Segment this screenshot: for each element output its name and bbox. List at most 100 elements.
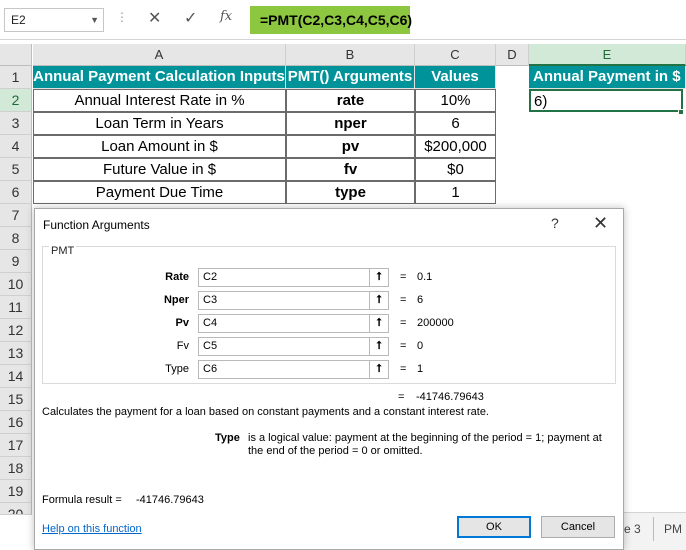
equals-sign: = bbox=[400, 294, 407, 306]
cell-c5[interactable]: $0 bbox=[415, 158, 496, 181]
cell-c4[interactable]: $200,000 bbox=[415, 135, 496, 158]
cancel-button[interactable]: Cancel bbox=[541, 516, 615, 538]
row-header[interactable]: 8 bbox=[0, 227, 32, 250]
equals-sign: = bbox=[400, 340, 407, 352]
fv-input[interactable]: C5 bbox=[198, 337, 370, 356]
dialog-title: Function Arguments bbox=[43, 218, 150, 232]
cell-c6[interactable]: 1 bbox=[415, 181, 496, 204]
name-box[interactable]: E2 ▼ bbox=[4, 8, 104, 32]
row-header[interactable]: 1 bbox=[0, 66, 32, 89]
collapse-dialog-icon[interactable]: ⭡ bbox=[369, 268, 389, 287]
row-header[interactable]: 6 bbox=[0, 181, 32, 204]
column-header-a[interactable]: A bbox=[33, 44, 286, 66]
row-header[interactable]: 17 bbox=[0, 434, 32, 457]
cell-e2-active[interactable]: 6) bbox=[529, 89, 683, 112]
arg-label-nper: Nper bbox=[163, 294, 189, 306]
type-input[interactable]: C6 bbox=[198, 360, 370, 379]
pv-value: 200000 bbox=[417, 317, 454, 329]
collapse-dialog-icon[interactable]: ⭡ bbox=[369, 291, 389, 310]
collapse-dialog-icon[interactable]: ⭡ bbox=[369, 314, 389, 333]
function-description: Calculates the payment for a loan based … bbox=[42, 406, 489, 418]
cell-a3[interactable]: Loan Term in Years bbox=[33, 112, 286, 135]
check-icon[interactable]: ✓ bbox=[184, 8, 197, 28]
cell-a5[interactable]: Future Value in $ bbox=[33, 158, 286, 181]
function-value: -41746.79643 bbox=[416, 391, 484, 403]
row-header[interactable]: 9 bbox=[0, 250, 32, 273]
cell-c2[interactable]: 10% bbox=[415, 89, 496, 112]
rate-input[interactable]: C2 bbox=[198, 268, 370, 287]
type-value: 1 bbox=[417, 363, 424, 375]
fv-value: 0 bbox=[417, 340, 424, 352]
cell-c3[interactable]: 6 bbox=[415, 112, 496, 135]
cell-a2[interactable]: Annual Interest Rate in % bbox=[33, 89, 286, 112]
equals-sign: = bbox=[400, 271, 407, 283]
cell-e1[interactable]: Annual Payment in $ bbox=[529, 66, 686, 89]
cell-b2[interactable]: rate bbox=[286, 89, 415, 112]
insert-function-icon[interactable]: fx bbox=[220, 9, 232, 24]
row-header[interactable]: 11 bbox=[0, 296, 32, 319]
cell-a6[interactable]: Payment Due Time bbox=[33, 181, 286, 204]
pv-input[interactable]: C4 bbox=[198, 314, 370, 333]
cell-a1[interactable]: Annual Payment Calculation Inputs bbox=[33, 66, 286, 89]
function-name: PMT bbox=[49, 245, 77, 257]
sheet-tab[interactable]: PM bbox=[664, 517, 682, 541]
row-header[interactable]: 4 bbox=[0, 135, 32, 158]
cell-b4[interactable]: pv bbox=[286, 135, 415, 158]
formula-input[interactable]: =PMT(C2,C3,C4,C5,C6) bbox=[250, 6, 412, 34]
row-header[interactable]: 18 bbox=[0, 457, 32, 480]
sheet-tab-bar: e 3 PM bbox=[624, 512, 686, 550]
argument-name: Type bbox=[215, 432, 240, 444]
equals-sign: = bbox=[398, 391, 405, 403]
ok-button[interactable]: OK bbox=[457, 516, 531, 538]
arg-label-fv: Fv bbox=[176, 340, 189, 352]
help-icon[interactable]: ? bbox=[551, 215, 559, 231]
equals-sign: = bbox=[400, 317, 407, 329]
argument-description: is a logical value: payment at the begin… bbox=[248, 432, 602, 457]
cell-b3[interactable]: nper bbox=[286, 112, 415, 135]
formula-result-value: -41746.79643 bbox=[136, 494, 204, 506]
cancel-icon[interactable]: ✕ bbox=[148, 8, 161, 28]
row-header[interactable]: 16 bbox=[0, 411, 32, 434]
fill-handle[interactable] bbox=[678, 109, 684, 115]
arguments-group: PMT Rate C2 ⭡ = 0.1 Nper C3 ⭡ = 6 Pv C4 … bbox=[42, 245, 616, 384]
row-header[interactable]: 14 bbox=[0, 365, 32, 388]
formula-bar: E2 ▼ ⋮ ✕ ✓ fx =PMT(C2,C3,C4,C5,C6) bbox=[0, 0, 686, 40]
column-header-d[interactable]: D bbox=[496, 44, 529, 66]
row-header[interactable]: 2 bbox=[0, 89, 32, 112]
row-header[interactable]: 15 bbox=[0, 388, 32, 411]
close-icon[interactable]: ✕ bbox=[593, 213, 608, 234]
row-header[interactable]: 20 bbox=[0, 503, 32, 515]
sheet-tab[interactable]: e 3 bbox=[624, 517, 654, 541]
chevron-down-icon[interactable]: ▼ bbox=[90, 9, 99, 31]
more-options-icon[interactable]: ⋮ bbox=[116, 10, 128, 24]
cell-b1[interactable]: PMT() Arguments bbox=[286, 66, 415, 89]
cell-a4[interactable]: Loan Amount in $ bbox=[33, 135, 286, 158]
collapse-dialog-icon[interactable]: ⭡ bbox=[369, 360, 389, 379]
row-header[interactable]: 12 bbox=[0, 319, 32, 342]
rate-value: 0.1 bbox=[417, 271, 433, 283]
column-header-b[interactable]: B bbox=[286, 44, 415, 66]
row-header[interactable]: 7 bbox=[0, 204, 32, 227]
select-all-corner[interactable] bbox=[0, 44, 32, 66]
cell-b5[interactable]: fv bbox=[286, 158, 415, 181]
column-header-c[interactable]: C bbox=[415, 44, 496, 66]
collapse-dialog-icon[interactable]: ⭡ bbox=[369, 337, 389, 356]
nper-input[interactable]: C3 bbox=[198, 291, 370, 310]
row-header[interactable]: 10 bbox=[0, 273, 32, 296]
arg-label-type: Type bbox=[165, 363, 189, 375]
arg-label-pv: Pv bbox=[175, 317, 189, 329]
row-header[interactable]: 5 bbox=[0, 158, 32, 181]
cell-b6[interactable]: type bbox=[286, 181, 415, 204]
equals-sign: = bbox=[400, 363, 407, 375]
nper-value: 6 bbox=[417, 294, 424, 306]
name-box-value: E2 bbox=[11, 13, 26, 27]
column-header-e[interactable]: E bbox=[529, 44, 686, 66]
row-header[interactable]: 19 bbox=[0, 480, 32, 503]
row-header[interactable]: 3 bbox=[0, 112, 32, 135]
function-arguments-dialog: Function Arguments ? ✕ PMT Rate C2 ⭡ = 0… bbox=[34, 208, 624, 550]
cell-c1[interactable]: Values bbox=[415, 66, 496, 89]
help-link[interactable]: Help on this function bbox=[42, 523, 142, 535]
formula-result-label: Formula result = bbox=[42, 494, 122, 506]
arg-label-rate: Rate bbox=[165, 271, 189, 283]
row-header[interactable]: 13 bbox=[0, 342, 32, 365]
